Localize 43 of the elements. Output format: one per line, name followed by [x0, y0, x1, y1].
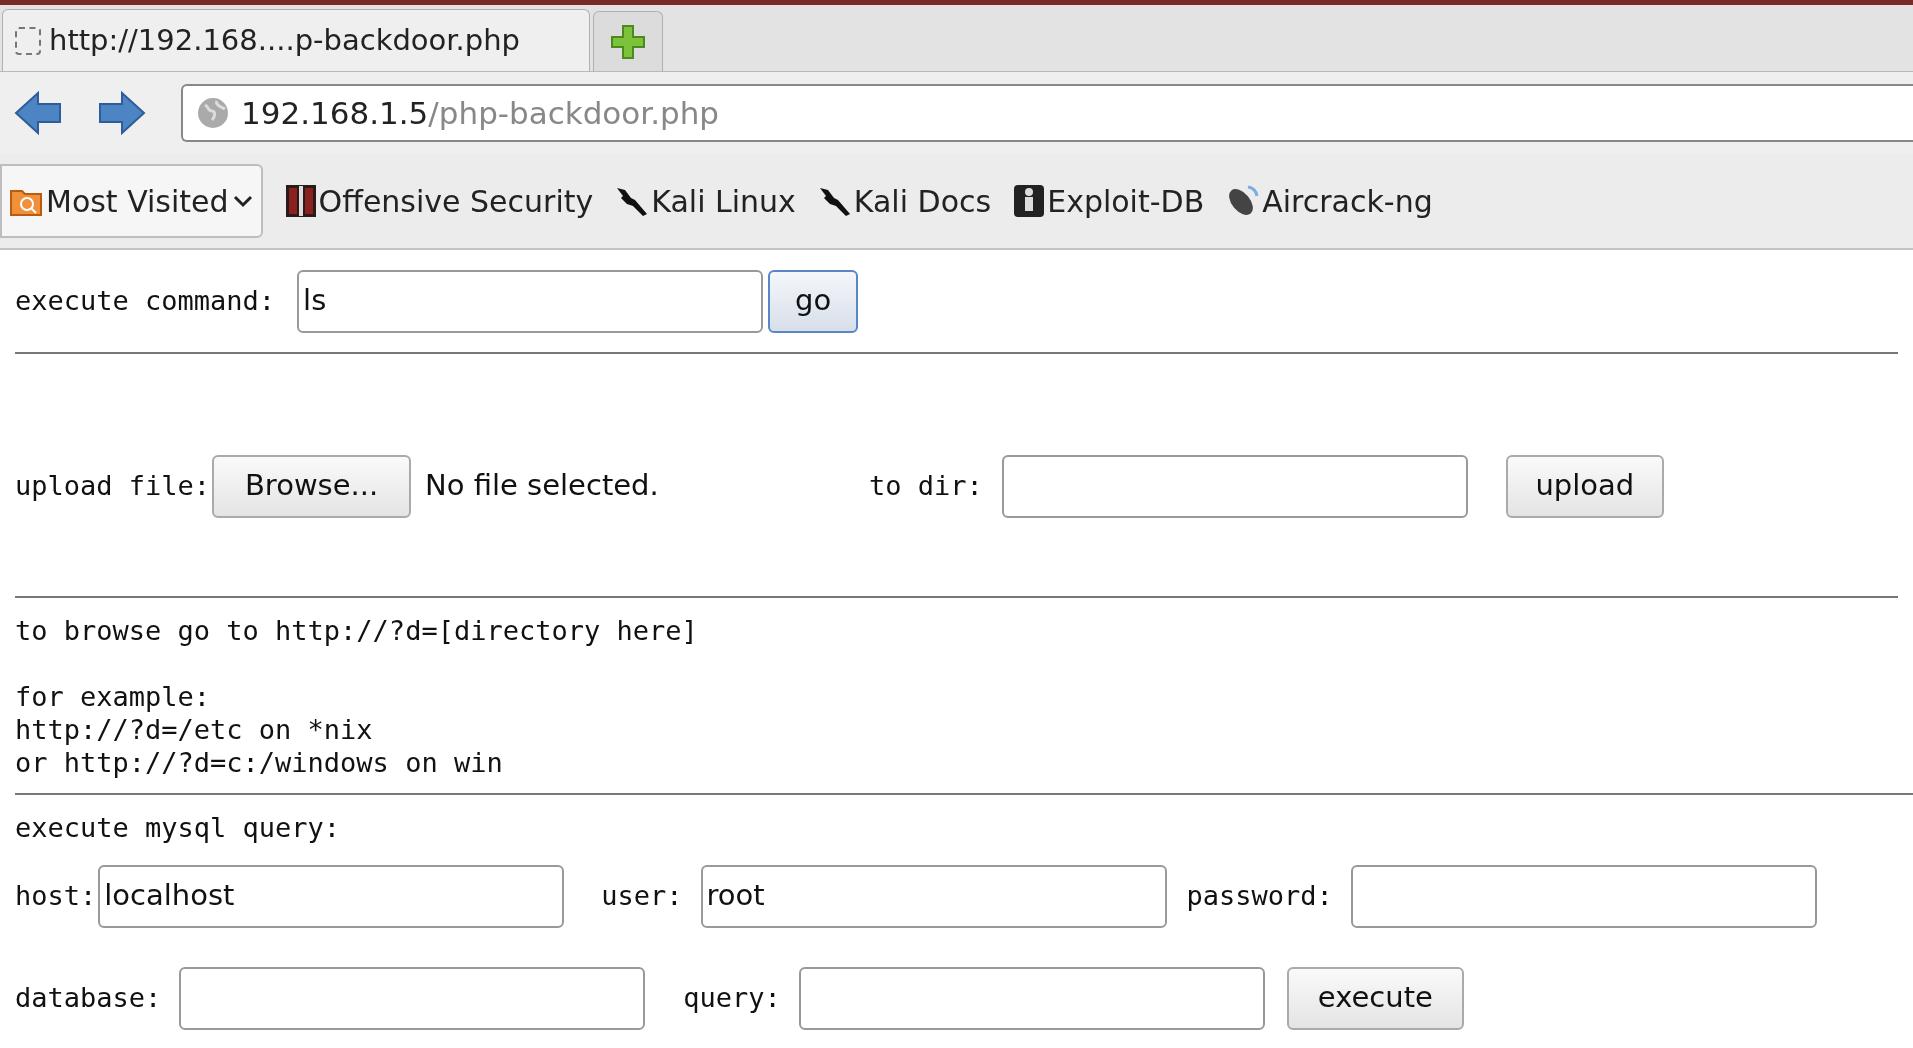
bookmark-link[interactable]: Aircrack-ng [1226, 178, 1433, 224]
plus-icon [610, 23, 646, 60]
query-input[interactable] [798, 966, 1265, 1030]
dir-input[interactable] [1001, 454, 1468, 518]
dir-label: to dir: [869, 468, 983, 503]
bookmark-link[interactable]: Kali Linux [615, 178, 796, 224]
bookmark-link[interactable]: Kali Docs [817, 178, 992, 224]
upload-label: upload file: [15, 468, 211, 503]
field-label: host: [15, 878, 97, 913]
host-input[interactable]: localhost [98, 864, 565, 928]
globe-icon [197, 97, 229, 129]
mysql-heading: execute mysql query: [14, 811, 342, 844]
url-text: 192.168.1.5/php-backdoor.php [241, 93, 720, 133]
command-input[interactable]: ls [297, 269, 764, 333]
tab-title: http://192.168....p-backdoor.php [49, 21, 520, 59]
satellite-dish-icon [1226, 184, 1261, 218]
field-label: password: [1186, 878, 1333, 913]
upload-button[interactable]: upload [1505, 454, 1664, 518]
help-text: or http://?d=c:/windows on win [15, 746, 504, 779]
help-text: for example: [15, 680, 212, 713]
field-label: database: [15, 980, 162, 1015]
help-text: to browse go to http://?d=[directory here] [15, 614, 699, 647]
go-button[interactable]: go [768, 269, 859, 333]
password-input[interactable] [1350, 864, 1817, 928]
bookmark-link[interactable]: Exploit-DB [1013, 178, 1205, 224]
bookmark-link[interactable]: Offensive Security [284, 178, 594, 224]
database-input[interactable] [179, 966, 646, 1030]
address-bar[interactable]: 192.168.1.5/php-backdoor.php [181, 84, 1913, 142]
help-text: http://?d=/etc on *nix [15, 713, 374, 746]
field-label: query: [683, 980, 781, 1015]
command-label: execute command: [15, 283, 276, 318]
new-tab-button[interactable] [593, 11, 663, 71]
browser-tab[interactable]: http://192.168....p-backdoor.php [2, 9, 590, 71]
execute-button[interactable]: execute [1286, 966, 1464, 1030]
user-input[interactable]: root [700, 864, 1167, 928]
forward-button[interactable] [98, 90, 146, 136]
chevron-down-icon [232, 194, 253, 208]
most-visited-menu[interactable]: Most Visited [0, 164, 263, 238]
browse-button[interactable]: Browse... [212, 454, 412, 518]
file-status: No file selected. [425, 467, 660, 505]
back-button[interactable] [14, 90, 62, 136]
field-label: user: [601, 878, 683, 913]
page-icon [15, 26, 41, 55]
